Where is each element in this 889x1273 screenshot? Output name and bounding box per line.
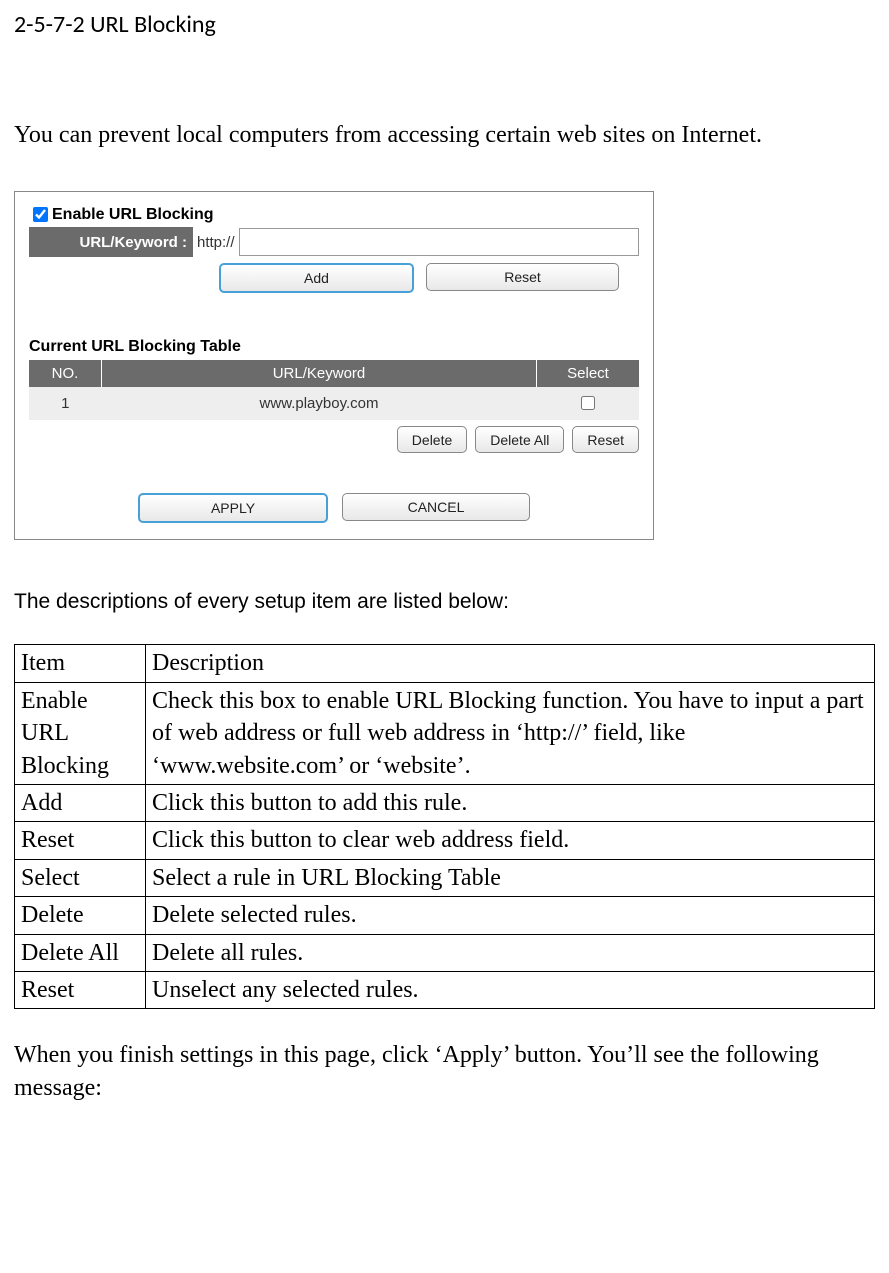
header-select: Select (537, 360, 640, 387)
blocking-table: NO. URL/Keyword Select 1 www.playboy.com (29, 360, 639, 420)
desc-cell: Select a rule in URL Blocking Table (146, 859, 875, 896)
table-row: Item Description (15, 645, 875, 682)
item-cell: Enable URL Blocking (15, 682, 146, 784)
intro-text: You can prevent local computers from acc… (14, 119, 875, 151)
cancel-button[interactable]: CANCEL (342, 493, 530, 521)
item-cell: Select (15, 859, 146, 896)
table-row: Add Click this button to add this rule. (15, 784, 875, 821)
item-cell: Add (15, 784, 146, 821)
header-description: Description (146, 645, 875, 682)
table-row: Delete All Delete all rules. (15, 934, 875, 971)
section-heading: 2-5-7-2 URL Blocking (14, 10, 875, 39)
description-table: Item Description Enable URL Blocking Che… (14, 644, 875, 1009)
item-cell: Reset (15, 971, 146, 1008)
cell-select (537, 387, 640, 420)
item-cell: Delete All (15, 934, 146, 971)
table-header-row: NO. URL/Keyword Select (29, 360, 639, 387)
table-row: Select Select a rule in URL Blocking Tab… (15, 859, 875, 896)
enable-url-blocking-checkbox[interactable] (33, 207, 48, 222)
table-row: Delete Delete selected rules. (15, 897, 875, 934)
header-item: Item (15, 645, 146, 682)
delete-button[interactable]: Delete (397, 426, 467, 453)
cell-no: 1 (29, 387, 102, 420)
enable-url-blocking-label: Enable URL Blocking (52, 206, 214, 224)
table-buttons-row: Delete Delete All Reset (29, 426, 639, 453)
apply-button[interactable]: APPLY (138, 493, 328, 523)
desc-cell: Delete all rules. (146, 934, 875, 971)
config-panel-screenshot: Enable URL Blocking URL/Keyword : http:/… (14, 191, 654, 540)
item-cell: Delete (15, 897, 146, 934)
url-keyword-input[interactable] (239, 228, 639, 256)
item-cell: Reset (15, 822, 146, 859)
add-reset-row: Add Reset (219, 263, 639, 293)
reset-table-button[interactable]: Reset (572, 426, 639, 453)
table-row: 1 www.playboy.com (29, 387, 639, 420)
enable-row: Enable URL Blocking (29, 204, 639, 225)
table-row: Reset Unselect any selected rules. (15, 971, 875, 1008)
delete-all-button[interactable]: Delete All (475, 426, 564, 453)
desc-cell: Check this box to enable URL Blocking fu… (146, 682, 875, 784)
closing-text: When you finish settings in this page, c… (14, 1039, 875, 1104)
apply-cancel-row: APPLY CANCEL (29, 493, 639, 523)
url-keyword-label: URL/Keyword : (29, 227, 193, 257)
desc-cell: Click this button to add this rule. (146, 784, 875, 821)
desc-cell: Click this button to clear web address f… (146, 822, 875, 859)
desc-cell: Unselect any selected rules. (146, 971, 875, 1008)
blocking-table-title: Current URL Blocking Table (29, 338, 639, 356)
desc-intro-text: The descriptions of every setup item are… (14, 590, 875, 614)
header-no: NO. (29, 360, 102, 387)
table-row: Reset Click this button to clear web add… (15, 822, 875, 859)
cell-url: www.playboy.com (102, 387, 537, 420)
url-prefix-text: http:// (193, 227, 239, 257)
table-row: Enable URL Blocking Check this box to en… (15, 682, 875, 784)
add-button[interactable]: Add (219, 263, 414, 293)
reset-button[interactable]: Reset (426, 263, 619, 291)
header-url-keyword: URL/Keyword (102, 360, 537, 387)
desc-cell: Delete selected rules. (146, 897, 875, 934)
url-keyword-row: URL/Keyword : http:// (29, 227, 639, 257)
row-select-checkbox[interactable] (581, 396, 595, 410)
